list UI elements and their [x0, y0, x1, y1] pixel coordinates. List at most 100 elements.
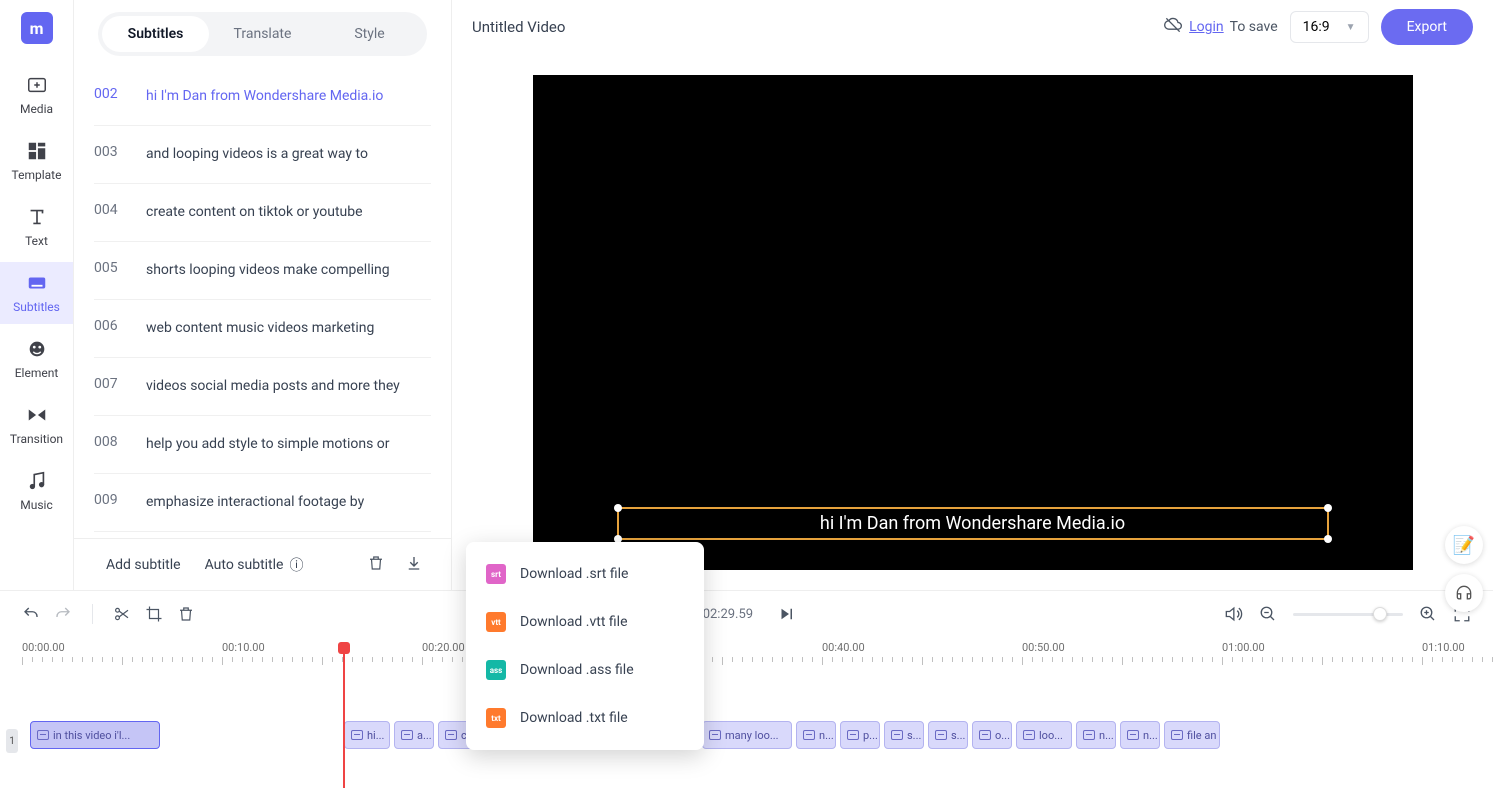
delete-subtitle-button[interactable] [359, 546, 393, 584]
timeline-ruler[interactable]: 00:00.0000:10.0000:20.0000:40.0000:50.00… [0, 637, 1493, 669]
resize-handle[interactable] [614, 504, 622, 512]
download-subtitle-button[interactable] [397, 546, 431, 584]
project-title[interactable]: Untitled Video [472, 18, 565, 36]
delete-clip-button[interactable] [177, 605, 195, 623]
timeline-clip[interactable]: loo... [1016, 721, 1072, 749]
login-link[interactable]: Login [1189, 19, 1224, 35]
subtitle-text: web content music videos marketing [146, 318, 431, 339]
download-option[interactable]: txtDownload .txt file [466, 694, 704, 742]
timeline-clip[interactable]: file an [1164, 721, 1220, 749]
timeline-clip[interactable]: in this video i'l... [30, 721, 160, 749]
nav-transition[interactable]: Transition [0, 394, 73, 456]
tab-style[interactable]: Style [316, 16, 423, 52]
music-icon [26, 470, 48, 492]
timeline-clip[interactable]: n... [796, 721, 836, 749]
clip-label: in this video i'l... [53, 729, 130, 742]
subtitle-number: 004 [94, 202, 124, 223]
subtitle-row[interactable]: 004create content on tiktok or youtube [94, 184, 431, 242]
timeline-clip[interactable]: p... [840, 721, 880, 749]
undo-button[interactable] [22, 605, 40, 623]
clip-label: p... [863, 729, 878, 742]
zoom-out-button[interactable] [1259, 605, 1277, 623]
timeline-clip[interactable]: s... [928, 721, 968, 749]
aspect-ratio-select[interactable]: 16:9 ▼ [1290, 11, 1369, 43]
nav-text[interactable]: Text [0, 196, 73, 258]
subtitle-clip-icon [445, 730, 457, 740]
timeline-clip[interactable]: o... [972, 721, 1012, 749]
timeline-clip[interactable]: many loo... [702, 721, 792, 749]
download-label: Download .srt file [520, 566, 628, 582]
subtitle-text: videos social media posts and more they [146, 376, 431, 397]
nav-media[interactable]: Media [0, 64, 73, 126]
subtitle-row[interactable]: 009emphasize interactional footage by [94, 474, 431, 532]
panel-actions: Add subtitle Auto subtitle ⓘ [74, 538, 451, 590]
timeline-clip[interactable]: s... [884, 721, 924, 749]
ruler-time-label: 00:10.00 [222, 641, 265, 654]
resize-handle[interactable] [1324, 504, 1332, 512]
transition-icon [26, 404, 48, 426]
subtitle-row[interactable]: 003and looping videos is a great way to [94, 126, 431, 184]
text-icon [26, 206, 48, 228]
volume-button[interactable] [1223, 604, 1243, 624]
total-time: 02:29.59 [703, 607, 753, 622]
timeline-clip[interactable]: hi... [344, 721, 390, 749]
clip-label: many loo... [725, 729, 779, 742]
nav-label: Text [25, 234, 48, 248]
ruler-time-label: 00:50.00 [1022, 641, 1065, 654]
tab-translate[interactable]: Translate [209, 16, 316, 52]
nav-template[interactable]: Template [0, 130, 73, 192]
timeline-clip[interactable]: n... [1076, 721, 1116, 749]
subtitle-row[interactable]: 006web content music videos marketing [94, 300, 431, 358]
subtitle-clip-icon [709, 730, 721, 740]
subtitle-number: 003 [94, 144, 124, 165]
play-next-button[interactable] [777, 605, 795, 623]
zoom-in-button[interactable] [1419, 605, 1437, 623]
download-option[interactable]: srtDownload .srt file [466, 550, 704, 598]
download-option[interactable]: vttDownload .vtt file [466, 598, 704, 646]
clip-label: s... [951, 729, 965, 742]
crop-button[interactable] [145, 605, 163, 623]
export-button[interactable]: Export [1381, 9, 1473, 45]
info-icon: ⓘ [289, 555, 303, 575]
subtitle-clip-icon [891, 730, 903, 740]
subtitle-row[interactable]: 002hi I'm Dan from Wondershare Media.io [94, 68, 431, 126]
clip-label: n... [1143, 729, 1158, 742]
nav-element[interactable]: Element [0, 328, 73, 390]
clip-label: n... [1099, 729, 1114, 742]
ruler-time-label: 00:00.00 [22, 641, 65, 654]
nav-music[interactable]: Music [0, 460, 73, 522]
notes-button[interactable]: 📝 [1445, 526, 1483, 564]
main-area: ‹ Untitled Video Login To save 16:9 ▼ Ex… [452, 0, 1493, 590]
resize-handle[interactable] [1324, 535, 1332, 543]
subtitle-row[interactable]: 008help you add style to simple motions … [94, 416, 431, 474]
add-subtitle-button[interactable]: Add subtitle [94, 549, 193, 581]
subtitle-row[interactable]: 005shorts looping videos make compelling [94, 242, 431, 300]
subtitle-clip-icon [847, 730, 859, 740]
subtitle-row[interactable]: 007videos social media posts and more th… [94, 358, 431, 416]
playhead[interactable] [343, 642, 345, 788]
video-preview[interactable]: hi I'm Dan from Wondershare Media.io [533, 75, 1413, 570]
nav-label: Element [15, 366, 59, 380]
redo-button[interactable] [54, 605, 72, 623]
split-button[interactable] [113, 605, 131, 623]
subtitle-overlay[interactable]: hi I'm Dan from Wondershare Media.io [617, 507, 1329, 540]
auto-subtitle-button[interactable]: Auto subtitle ⓘ [193, 547, 316, 583]
zoom-slider[interactable] [1293, 613, 1403, 616]
ratio-value: 16:9 [1303, 19, 1330, 35]
download-option[interactable]: assDownload .ass file [466, 646, 704, 694]
subtitle-clip-icon [1023, 730, 1035, 740]
support-button[interactable] [1445, 574, 1483, 612]
nav-subtitles[interactable]: Subtitles [0, 262, 73, 324]
zoom-thumb[interactable] [1373, 607, 1387, 621]
subtitle-list[interactable]: 002hi I'm Dan from Wondershare Media.io0… [74, 68, 451, 538]
chevron-down-icon: ▼ [1346, 22, 1356, 33]
subtitle-clip-icon [351, 730, 363, 740]
format-badge-icon: ass [486, 660, 506, 680]
tab-subtitles[interactable]: Subtitles [102, 16, 209, 52]
timeline-tracks[interactable]: 1 in this video i'l...hi...a...c...s...w… [0, 669, 1493, 792]
preview-area: hi I'm Dan from Wondershare Media.io 📝 [452, 54, 1493, 590]
timeline-clip[interactable]: a... [394, 721, 434, 749]
timeline-clip[interactable]: n... [1120, 721, 1160, 749]
subtitle-text: emphasize interactional footage by [146, 492, 431, 513]
ruler-time-label: 00:20.00 [422, 641, 465, 654]
